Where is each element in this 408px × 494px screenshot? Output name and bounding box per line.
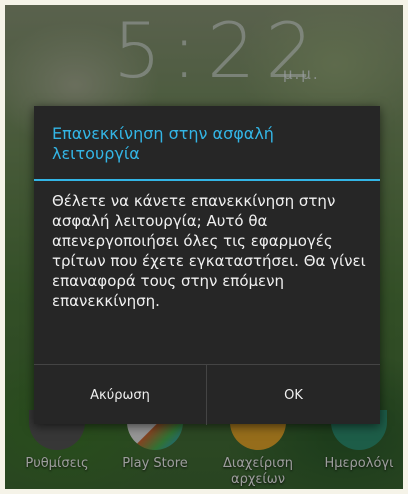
title-divider — [34, 179, 380, 181]
dialog-title: Επανεκκίνηση στην ασφαλή λειτουργία — [52, 124, 274, 163]
ok-button[interactable]: OK — [207, 365, 380, 425]
safe-mode-dialog: Επανεκκίνηση στην ασφαλή λειτουργία Θέλε… — [34, 106, 380, 425]
cancel-button[interactable]: Ακύρωση — [34, 365, 207, 425]
dialog-message: Θέλετε να κάνετε επανεκκίνηση στην ασφαλ… — [52, 192, 366, 310]
dialog-button-bar: Ακύρωση OK — [34, 364, 380, 425]
